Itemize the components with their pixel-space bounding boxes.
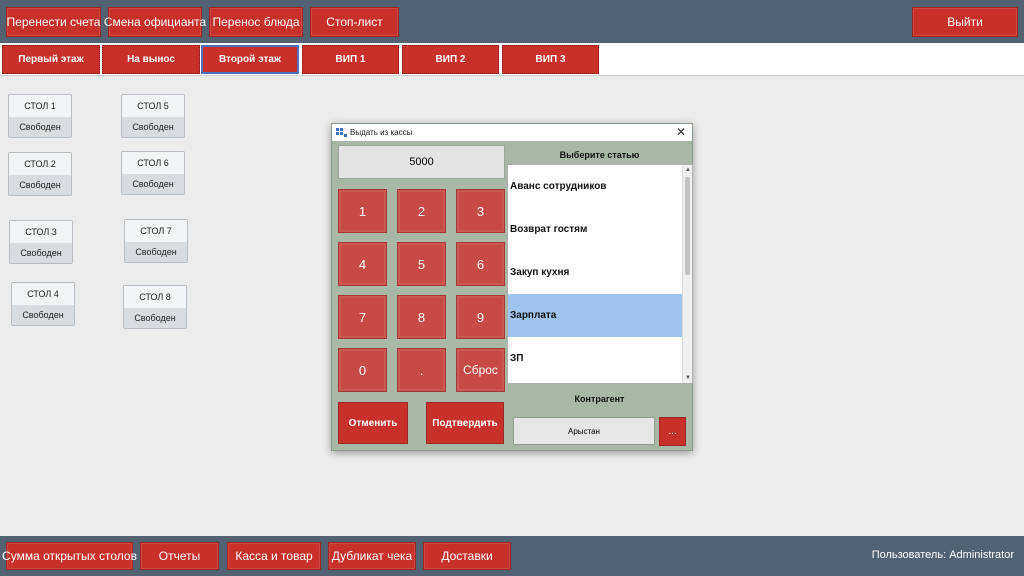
table-card[interactable]: СТОЛ 8 Свободен (123, 285, 187, 329)
open-tables-sum-button[interactable]: Сумма открытых столов (2, 542, 137, 570)
tab-second-floor[interactable]: Второй этаж (201, 45, 299, 74)
cash-withdraw-dialog: Выдать из кассы ✕ 5000 1 2 3 4 5 6 7 8 9… (331, 123, 693, 451)
table-name: СТОЛ 6 (122, 152, 184, 174)
bottom-toolbar: Сумма открытых столов Отчеты Касса и тов… (0, 536, 1024, 576)
table-status: Свободен (9, 175, 71, 195)
transfer-dish-button[interactable]: Перенос блюда (209, 7, 303, 37)
table-name: СТОЛ 5 (122, 95, 184, 117)
tab-vip-2[interactable]: ВИП 2 (402, 45, 499, 74)
key-0[interactable]: 0 (338, 348, 387, 392)
cash-goods-button[interactable]: Касса и товар (227, 542, 321, 570)
table-name: СТОЛ 3 (10, 221, 72, 243)
current-user: Пользователь: Administrator (871, 549, 1014, 561)
stop-list-button[interactable]: Стоп-лист (310, 7, 399, 37)
key-1[interactable]: 1 (338, 189, 387, 233)
key-9[interactable]: 9 (456, 295, 505, 339)
top-toolbar: Перенести счета Смена официанта Перенос … (0, 0, 1024, 43)
key-6[interactable]: 6 (456, 242, 505, 286)
key-4[interactable]: 4 (338, 242, 387, 286)
dialog-titlebar: Выдать из кассы ✕ (332, 124, 692, 141)
list-item[interactable]: Закуп кухня (508, 251, 683, 294)
table-status: Свободен (122, 117, 184, 137)
list-item[interactable]: Возврат гостям (508, 208, 683, 251)
reports-button[interactable]: Отчеты (140, 542, 219, 570)
table-name: СТОЛ 7 (125, 220, 187, 242)
key-2[interactable]: 2 (397, 189, 446, 233)
cancel-button[interactable]: Отменить (338, 402, 408, 444)
list-item[interactable]: ЗП (508, 337, 683, 380)
table-card[interactable]: СТОЛ 5 Свободен (121, 94, 185, 138)
key-dot[interactable]: . (397, 348, 446, 392)
change-waiter-button[interactable]: Смена официанта (104, 7, 206, 37)
table-card[interactable]: СТОЛ 1 Свободен (8, 94, 72, 138)
tab-takeaway[interactable]: На вынос (102, 45, 200, 74)
table-status: Свободен (9, 117, 71, 137)
table-status: Свободен (122, 174, 184, 194)
key-8[interactable]: 8 (397, 295, 446, 339)
scroll-down-icon[interactable]: ▼ (684, 374, 692, 382)
table-card[interactable]: СТОЛ 4 Свободен (11, 282, 75, 326)
scroll-up-icon[interactable]: ▲ (684, 166, 692, 174)
table-name: СТОЛ 8 (124, 286, 186, 308)
counterparty-label: Контрагент (574, 394, 625, 404)
list-scrollbar[interactable]: ▲ ▼ (682, 165, 692, 383)
table-status: Свободен (12, 305, 74, 325)
list-item[interactable]: Аванс сотрудников (508, 165, 683, 208)
app-icon (336, 127, 347, 138)
list-header: Выберите статью (559, 149, 640, 160)
table-name: СТОЛ 1 (9, 95, 71, 117)
key-7[interactable]: 7 (338, 295, 387, 339)
table-name: СТОЛ 2 (9, 153, 71, 175)
key-reset[interactable]: Сброс (456, 348, 505, 392)
table-status: Свободен (124, 308, 186, 328)
table-card[interactable]: СТОЛ 3 Свободен (9, 220, 73, 264)
table-name: СТОЛ 4 (12, 283, 74, 305)
category-list[interactable]: Аванс сотрудников Возврат гостям Закуп к… (507, 164, 693, 384)
counterparty-browse-button[interactable]: ... (659, 417, 686, 446)
scroll-thumb[interactable] (685, 177, 690, 275)
transfer-bills-button[interactable]: Перенести счета (6, 7, 101, 37)
table-card[interactable]: СТОЛ 6 Свободен (121, 151, 185, 195)
duplicate-check-button[interactable]: Дубликат чека (328, 542, 416, 570)
key-3[interactable]: 3 (456, 189, 505, 233)
list-item-selected[interactable]: Зарплата (508, 294, 683, 337)
counterparty-field[interactable]: Арыстан (513, 417, 655, 445)
table-status: Свободен (125, 242, 187, 262)
table-card[interactable]: СТОЛ 7 Свободен (124, 219, 188, 263)
delivery-button[interactable]: Доставки (423, 542, 511, 570)
floor-tabs: Первый этаж На вынос Второй этаж ВИП 1 В… (0, 43, 1024, 76)
table-status: Свободен (10, 243, 72, 263)
tab-vip-1[interactable]: ВИП 1 (302, 45, 399, 74)
close-icon[interactable]: ✕ (676, 125, 686, 139)
tab-vip-3[interactable]: ВИП 3 (502, 45, 599, 74)
dialog-title: Выдать из кассы (350, 128, 413, 137)
tab-first-floor[interactable]: Первый этаж (2, 45, 100, 74)
confirm-button[interactable]: Подтвердить (426, 402, 504, 444)
key-5[interactable]: 5 (397, 242, 446, 286)
amount-field[interactable]: 5000 (338, 145, 505, 179)
table-card[interactable]: СТОЛ 2 Свободен (8, 152, 72, 196)
exit-button[interactable]: Выйти (912, 7, 1018, 37)
